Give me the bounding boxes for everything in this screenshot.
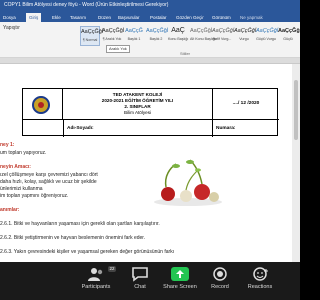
style-name: Vurgu bbox=[239, 37, 249, 41]
style-tooltip: Aralık Yok bbox=[106, 45, 130, 53]
share-screen-button[interactable]: Share Screen bbox=[160, 266, 200, 290]
school-seal-icon bbox=[32, 96, 50, 114]
tab-gorunum[interactable]: Görünüm bbox=[212, 13, 231, 22]
tab-tasarim[interactable]: Tasarım bbox=[70, 13, 86, 22]
logo-cell bbox=[23, 89, 63, 119]
style-preview: AaÇçĞğİ bbox=[234, 28, 257, 34]
tab-duzen[interactable]: Düzen bbox=[98, 13, 111, 22]
chat-button[interactable]: Chat bbox=[120, 266, 160, 290]
style-name: Hafif Vurg... bbox=[212, 37, 232, 41]
doc-line: ney 1: bbox=[0, 142, 15, 148]
style-intense-emphasis[interactable]: AaÇçĞğİ Güçlü Vurgu bbox=[256, 26, 279, 46]
ribbon: Yapıştır AaÇçĞğİ ¶ Normal AaÇçĞğİ ¶ Aral… bbox=[0, 22, 300, 58]
doc-line: ızel çöllüşmeye karşı çevremizi yabancı … bbox=[0, 172, 98, 178]
style-name: ¶ Normal bbox=[82, 38, 98, 42]
chat-icon bbox=[130, 266, 150, 282]
style-name: ¶ Aralık Yok bbox=[102, 37, 122, 41]
window-title-bar: COPY1 Bilim Atölyesi deney föyü - Word (… bbox=[0, 0, 300, 11]
style-name: Başlık 1 bbox=[127, 37, 141, 41]
clipboard-group: Yapıştır bbox=[3, 25, 20, 32]
tab-gozden-gecir[interactable]: Gözden Geçir bbox=[176, 13, 204, 22]
style-preview: AaÇ bbox=[171, 27, 185, 34]
style-name: Güçlü bbox=[283, 37, 293, 41]
doc-line: daha hızlı, kolay, sağlıklı ve ucuz bir … bbox=[0, 179, 97, 185]
style-name: Güçlü Vurgu bbox=[256, 37, 276, 41]
window-title: COPY1 Bilim Atölyesi deney föyü - Word (… bbox=[4, 2, 169, 8]
style-normal[interactable]: AaÇçĞğİ ¶ Normal bbox=[80, 26, 104, 46]
style-emphasis[interactable]: AaÇçĞğİ Vurgu bbox=[234, 26, 257, 46]
style-subtitle[interactable]: AaÇçĞğİ Alt Konu Başlığı bbox=[190, 26, 216, 46]
style-heading-2[interactable]: AaÇçĞğİ Başlık 2 bbox=[146, 26, 169, 46]
reactions-icon bbox=[250, 266, 270, 282]
doc-line: im toplan yapmını öğreniyoruz. bbox=[0, 193, 69, 199]
style-preview: AaÇçĞğİ bbox=[146, 28, 169, 34]
record-icon bbox=[210, 266, 230, 282]
participants-button[interactable]: 22 Participants bbox=[76, 266, 117, 290]
style-name: Başlık 2 bbox=[149, 37, 163, 41]
style-preview: AaÇçĞ bbox=[125, 28, 143, 34]
style-preview: AaÇçĞğİ bbox=[190, 28, 213, 34]
doc-line: ünlerimizi kullanma bbox=[0, 186, 43, 192]
paste-button[interactable]: Yapıştır bbox=[3, 25, 20, 32]
record-button[interactable]: Record bbox=[200, 266, 240, 290]
style-preview: AaÇçĞğİ bbox=[102, 28, 125, 34]
style-name: Konu Başlığı bbox=[168, 37, 189, 41]
title-cell: TED ATAKENT KOLEJİ 2020-2021 EĞİTİM ÖĞRE… bbox=[63, 89, 213, 119]
style-heading-1[interactable]: AaÇçĞ Başlık 1 bbox=[124, 26, 144, 46]
doc-line: 2.6.3. Yakın çevresindeki kişiler ve yaş… bbox=[0, 249, 175, 255]
style-preview: AaÇçĞğİ bbox=[81, 29, 104, 35]
header-row-2: Adı-Soyadı: Numara: bbox=[23, 119, 279, 137]
scroll-thumb[interactable] bbox=[294, 80, 298, 140]
chat-label: Chat bbox=[134, 284, 146, 290]
document-page[interactable]: TED ATAKENT KOLEJİ 2020-2021 EĞİTİM ÖĞRE… bbox=[0, 64, 300, 262]
style-subtle-emphasis[interactable]: AaÇçĞğİ Hafif Vurg... bbox=[212, 26, 235, 46]
record-label: Record bbox=[211, 284, 229, 290]
doc-line: 2.6.1. Bitki ve hayvanların yaşaması içi… bbox=[0, 221, 160, 227]
doc-line: neyin Amacı: bbox=[0, 164, 31, 170]
style-preview: AaÇçĞğİ bbox=[256, 28, 279, 34]
style-name: Alt Konu Başlığı bbox=[190, 37, 216, 41]
tab-dosya[interactable]: Dosya bbox=[3, 13, 16, 22]
workshop: Bilim Atölyesi bbox=[123, 110, 152, 115]
date-field: ..../ 12 /2020 bbox=[232, 101, 260, 106]
ribbon-tabs: Dosya Giriş Ekle Tasarım Düzen Başvurula… bbox=[0, 11, 300, 22]
number-label: Numara: bbox=[216, 126, 236, 131]
share-screen-icon bbox=[170, 266, 190, 282]
styles-group-label: Stiller bbox=[180, 51, 191, 56]
doc-line: um toplan yapıyoruz. bbox=[0, 150, 47, 156]
participants-count: 22 bbox=[108, 266, 117, 272]
word-window: COPY1 Bilim Atölyesi deney föyü - Word (… bbox=[0, 0, 300, 262]
name-label: Adı-Soyadı: bbox=[63, 120, 213, 137]
style-no-spacing[interactable]: AaÇçĞğİ ¶ Aralık Yok bbox=[102, 26, 125, 46]
participants-label: Participants bbox=[81, 284, 111, 290]
participants-icon: 22 bbox=[86, 266, 117, 282]
vegetables-illustration bbox=[154, 159, 222, 206]
vertical-scrollbar[interactable] bbox=[292, 64, 300, 262]
tell-me-box[interactable]: Ne yapmak bbox=[240, 13, 263, 22]
tab-basvurular[interactable]: Başvurular bbox=[118, 13, 140, 22]
zoom-control-bar: 22 Participants Chat Share Screen Record… bbox=[0, 262, 300, 300]
reactions-label: Reactions bbox=[247, 284, 273, 290]
tab-giris[interactable]: Giriş bbox=[26, 13, 42, 22]
style-title[interactable]: AaÇ Konu Başlığı bbox=[168, 26, 188, 46]
style-preview: AaÇçĞğİ bbox=[278, 28, 300, 34]
style-preview: AaÇçĞğİ bbox=[212, 28, 235, 34]
share-screen-label: Share Screen bbox=[163, 284, 197, 290]
tab-ekle[interactable]: Ekle bbox=[52, 13, 61, 22]
header-table: TED ATAKENT KOLEJİ 2020-2021 EĞİTİM ÖĞRE… bbox=[22, 88, 279, 137]
tab-postalar[interactable]: Postalar bbox=[150, 13, 167, 22]
reactions-button[interactable]: Reactions bbox=[240, 266, 280, 290]
doc-line: anımlar: bbox=[0, 207, 20, 213]
doc-line: 2.6.2. Bitki yetiştirmenin ve hayvan bes… bbox=[0, 235, 146, 241]
style-strong[interactable]: AaÇçĞğİ Güçlü bbox=[278, 26, 300, 46]
